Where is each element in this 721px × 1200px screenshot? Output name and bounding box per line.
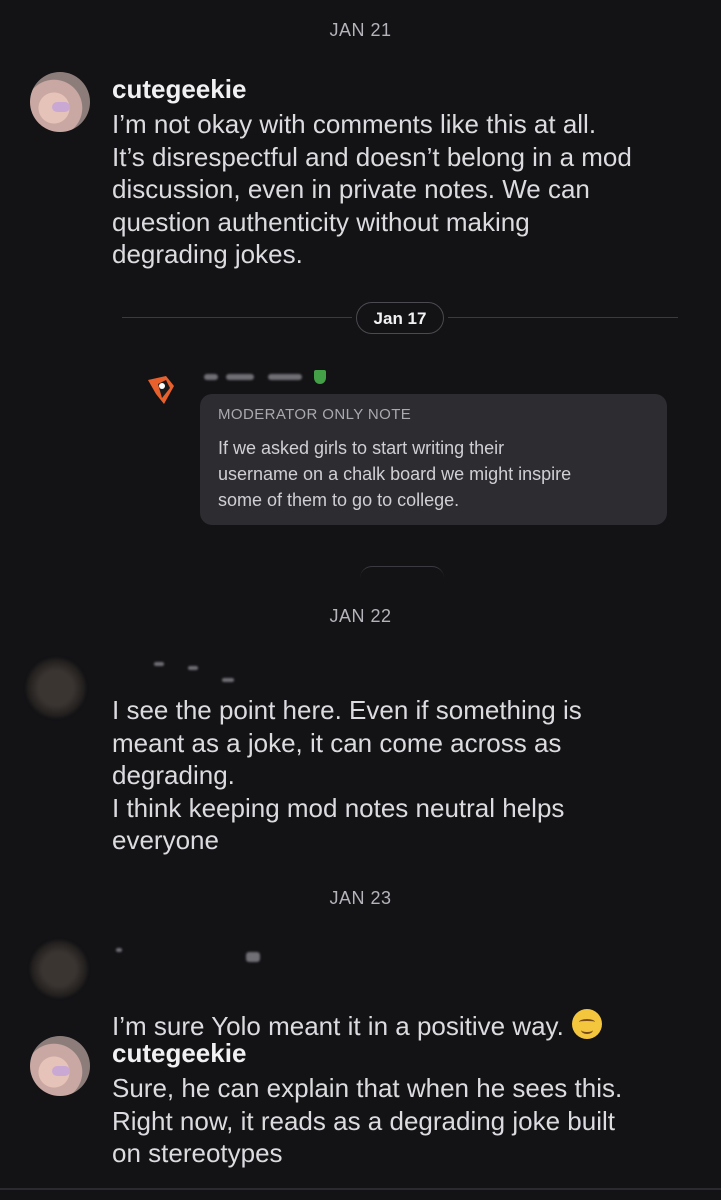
message-text: I’m not okay with comments like this at … xyxy=(112,109,632,269)
date-pill-jan17: Jan 17 xyxy=(356,302,444,334)
date-separator-jan22: JAN 22 xyxy=(329,606,392,626)
shield-icon xyxy=(314,370,326,384)
blurred-username-3 xyxy=(268,374,302,380)
message-text: I see the point here. Even if something … xyxy=(112,695,582,855)
date-separator-jan21: JAN 21 xyxy=(329,20,392,40)
blurred-username-2 xyxy=(188,666,198,670)
avatar[interactable] xyxy=(26,658,86,718)
avatar[interactable] xyxy=(30,72,90,132)
moderator-note-card: MODERATOR ONLY NOTE If we asked girls to… xyxy=(200,394,667,525)
blurred-username-1 xyxy=(204,374,218,380)
smiling-face-emoji-icon xyxy=(571,1008,602,1039)
username[interactable]: cutegeekie xyxy=(112,1038,246,1069)
avatar[interactable] xyxy=(30,1036,90,1096)
blurred-username-3 xyxy=(222,678,234,682)
blurred-username-2 xyxy=(246,952,260,962)
sticker-avatar-icon xyxy=(148,376,174,404)
username[interactable]: cutegeekie xyxy=(112,74,246,105)
divider-left xyxy=(122,317,352,318)
message-text: Sure, he can explain that when he sees t… xyxy=(112,1073,623,1168)
date-separator-jan23: JAN 23 xyxy=(329,888,392,908)
note-body: If we asked girls to start writing their… xyxy=(218,438,572,510)
note-title: MODERATOR ONLY NOTE xyxy=(218,406,412,423)
message-text: I’m sure Yolo meant it in a positive way… xyxy=(112,1010,564,1041)
bottom-divider xyxy=(0,1188,721,1190)
blurred-username-1 xyxy=(116,948,122,952)
avatar[interactable] xyxy=(30,940,88,998)
blurred-username-1 xyxy=(154,662,164,666)
collapsed-pill xyxy=(360,566,444,579)
message-line: I’m sure Yolo meant it in a positive way… xyxy=(112,976,702,1042)
blurred-username-2 xyxy=(226,374,254,380)
divider-right xyxy=(448,317,678,318)
